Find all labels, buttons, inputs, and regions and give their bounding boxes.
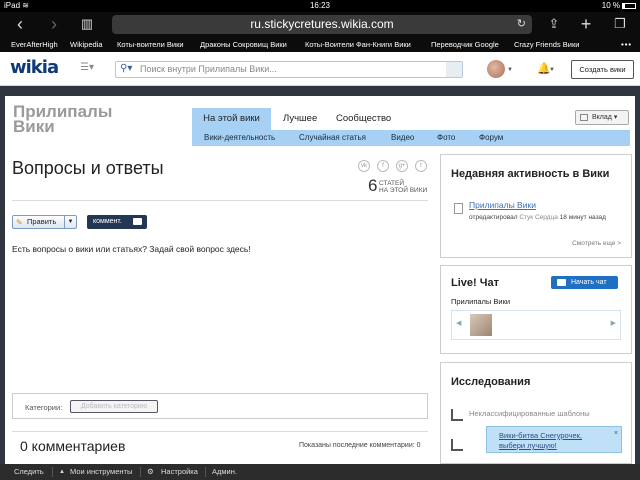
admin-button[interactable]: Админ. xyxy=(212,464,237,480)
toolbar-divider xyxy=(205,467,206,477)
bookmark-item[interactable]: Коты-Воители Фан-Книги Вики xyxy=(305,37,411,52)
user-avatar[interactable] xyxy=(487,60,505,78)
settings-button[interactable]: Настройка xyxy=(161,464,198,480)
wikia-bottom-toolbar: Следить ▲ Мои инструменты ⚙ Настройка Ад… xyxy=(0,464,640,480)
title-divider xyxy=(12,200,428,201)
reload-icon[interactable]: ↻ xyxy=(517,15,526,34)
close-icon[interactable]: × xyxy=(614,429,618,439)
google-plus-share-icon[interactable]: g+ xyxy=(396,160,408,172)
wikia-logo[interactable]: wikia xyxy=(10,57,59,78)
more-bookmarks-icon[interactable]: ••• xyxy=(621,37,632,52)
bookmark-item[interactable]: Wikipedia xyxy=(70,37,103,52)
forward-icon[interactable]: › xyxy=(42,14,66,34)
tabs-icon[interactable]: ❐ xyxy=(608,14,632,34)
categories-box: Категории: Добавить категорию xyxy=(12,393,428,419)
bookmark-item[interactable]: Коты-воители Вики xyxy=(117,37,184,52)
subnav-forum[interactable]: Форум xyxy=(479,133,503,142)
tab-best[interactable]: Лучшее xyxy=(275,108,325,130)
article-count-label: СТАТЕЙ НА ЭТОЙ ВИКИ xyxy=(379,180,428,194)
subnav-photo[interactable]: Фото xyxy=(437,133,455,142)
share-icon[interactable]: ⇪ xyxy=(542,14,566,34)
wiki-name[interactable]: Прилипалы Вики xyxy=(13,103,112,135)
battery-icon xyxy=(622,2,636,9)
gear-icon[interactable]: ⚙ xyxy=(147,464,154,480)
subnav-wiki-activity[interactable]: Вики-деятельность xyxy=(204,133,275,142)
back-icon[interactable]: ‹ xyxy=(8,14,32,34)
activity-title: Недавняя активность в Вики xyxy=(451,168,610,180)
comments-divider xyxy=(12,431,428,432)
chat-module: Live! Чат Начать чат Прилипалы Вики ◀ ▶ xyxy=(440,265,632,354)
browser-toolbar: ‹ › ▥ ru.stickycretures.wikia.com ↻ ⇪ + … xyxy=(0,12,640,37)
page-icon xyxy=(454,203,463,214)
bookmarks-bar: EverAfterHigh Wikipedia Коты-воители Вик… xyxy=(0,37,640,52)
chevron-left-icon[interactable]: ◀ xyxy=(456,319,461,327)
facebook-share-icon[interactable]: f xyxy=(377,160,389,172)
chat-wiki-name: Прилипалы Вики xyxy=(451,297,511,306)
add-category-button[interactable]: Добавить категорию xyxy=(70,400,158,413)
url-text: ru.stickycretures.wikia.com xyxy=(250,17,394,31)
activity-meta: отредактировал Стук Сердца 18 минут наза… xyxy=(469,214,606,221)
bookmark-item[interactable]: EverAfterHigh xyxy=(11,37,58,52)
bookmark-item[interactable]: Переводчик Google xyxy=(431,37,499,52)
speech-bubble-icon xyxy=(133,218,142,225)
chevron-up-icon[interactable]: ▲ xyxy=(59,464,65,480)
hamburger-menu-icon[interactable]: ☰▾ xyxy=(80,63,98,73)
bookmark-item[interactable]: Crazy Friends Вики xyxy=(514,37,579,52)
chevron-down-icon[interactable]: ▼ xyxy=(64,216,76,228)
toolbar-divider xyxy=(52,467,53,477)
follow-button[interactable]: Следить xyxy=(14,464,44,480)
chat-title: Live! Чат xyxy=(451,277,499,289)
categories-label: Категории: xyxy=(25,403,63,412)
research-title: Исследования xyxy=(451,376,531,388)
clock: 16:23 xyxy=(309,1,331,10)
recent-activity-module: Недавняя активность в Вики Прилипалы Вик… xyxy=(440,154,632,258)
edit-icon xyxy=(580,114,588,121)
chevron-right-icon[interactable]: ▶ xyxy=(611,319,616,327)
address-bar[interactable]: ru.stickycretures.wikia.com ↻ xyxy=(112,15,532,34)
tab-community[interactable]: Сообщество xyxy=(328,108,399,130)
create-wiki-button[interactable]: Создать вики xyxy=(571,60,634,79)
ios-status-bar: iPad ≋ 16:23 10 % xyxy=(0,0,640,12)
chevron-down-icon[interactable]: ▼ xyxy=(507,67,513,73)
chart-icon xyxy=(451,439,463,451)
activity-link[interactable]: Прилипалы Вики xyxy=(469,200,536,210)
article-count: 6 xyxy=(368,176,378,195)
new-tab-icon[interactable]: + xyxy=(574,14,598,34)
my-tools-button[interactable]: Мои инструменты xyxy=(70,464,132,480)
contribute-button[interactable]: Вклад ▾ xyxy=(575,110,629,125)
speech-bubble-icon xyxy=(557,279,566,286)
comments-shown-label: Показаны последние комментарии: 0 xyxy=(299,442,421,449)
start-chat-button[interactable]: Начать чат xyxy=(551,276,618,289)
chevron-down-icon[interactable]: ▼ xyxy=(549,67,555,73)
comments-title: 0 комментариев xyxy=(20,438,126,454)
search-placeholder: Поиск внутри Прилипалы Вики... xyxy=(140,64,277,74)
subnav-video[interactable]: Видео xyxy=(391,133,414,142)
search-input[interactable]: ⚲▾ Поиск внутри Прилипалы Вики... xyxy=(115,61,463,78)
activity-user[interactable]: Стук Сердца xyxy=(519,214,558,221)
wiki-battle-toast[interactable]: Вики-битва Снегурочек, выбери лучшую! × xyxy=(486,426,622,453)
page-background: Прилипалы Вики На этой вики Лучшее Сообщ… xyxy=(0,86,640,464)
bookmark-item[interactable]: Драконы Сокровищ Вики xyxy=(200,37,287,52)
chat-user-avatar[interactable] xyxy=(470,314,492,336)
vk-share-icon[interactable]: vk xyxy=(358,160,370,172)
pencil-icon: ✎ xyxy=(16,218,23,227)
search-submit-button[interactable] xyxy=(446,62,462,77)
search-icon: ⚲▾ xyxy=(120,63,133,74)
edit-button[interactable]: ✎ Править ▼ xyxy=(12,215,77,229)
wiki-page: Прилипалы Вики На этой вики Лучшее Сообщ… xyxy=(5,96,635,464)
see-more-link[interactable]: Смотреть еще > xyxy=(572,240,621,247)
chat-users-carousel: ◀ ▶ xyxy=(451,310,621,340)
wiki-subnav: Вики-деятельность Случайная статья Видео… xyxy=(192,130,630,146)
wikia-global-header: wikia ☰▾ ⚲▾ Поиск внутри Прилипалы Вики.… xyxy=(0,52,640,86)
subnav-random-article[interactable]: Случайная статья xyxy=(299,133,366,142)
twitter-share-icon[interactable]: t xyxy=(415,160,427,172)
toolbar-divider xyxy=(140,467,141,477)
comment-button[interactable]: коммент. xyxy=(87,215,147,229)
chart-icon xyxy=(451,409,463,421)
article-body: Есть вопросы о вики или статьях? Задай с… xyxy=(12,244,251,254)
bookmarks-icon[interactable]: ▥ xyxy=(75,14,99,34)
page-title: Вопросы и ответы xyxy=(12,158,164,178)
battery-indicator: 10 % xyxy=(602,1,636,10)
tab-on-this-wiki[interactable]: На этой вики xyxy=(192,108,271,130)
